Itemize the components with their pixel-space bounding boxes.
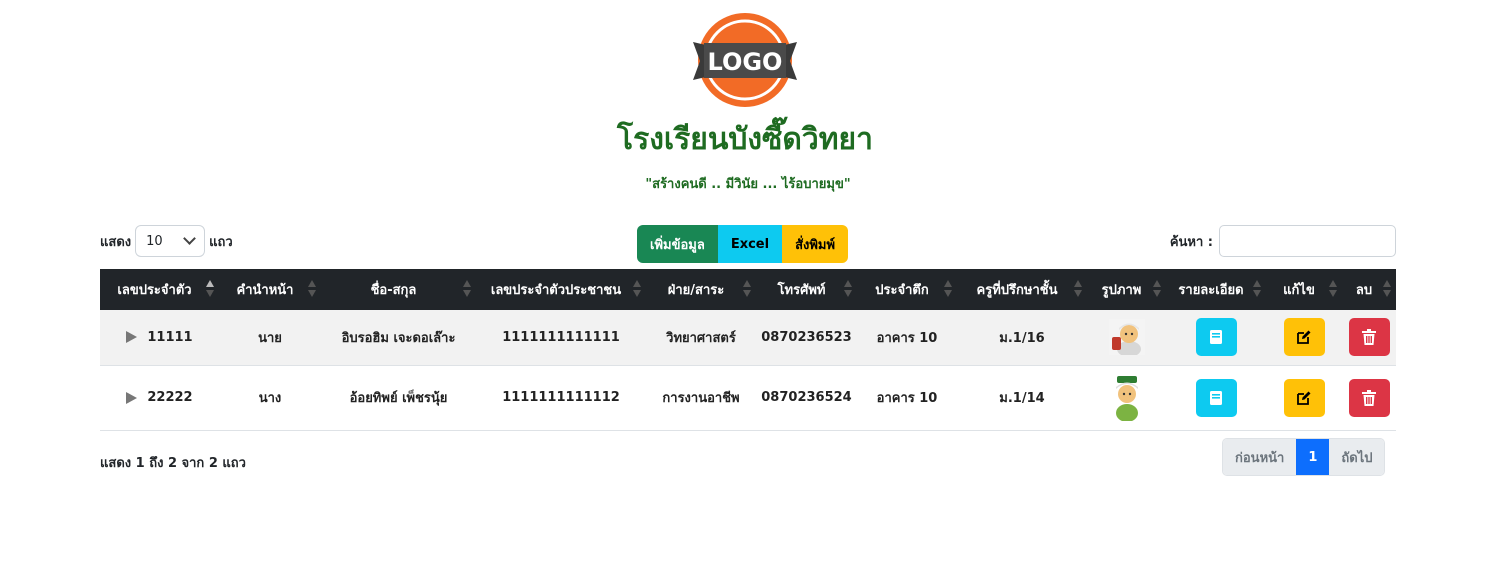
- chevron-down-icon: [183, 232, 196, 245]
- teacher-table: เลขประจำตัว คำนำหน้า ชื่อ-สกุล เลขประจำต…: [100, 269, 1396, 431]
- book-icon: [1210, 390, 1222, 405]
- sort-icon: [1074, 280, 1082, 298]
- previous-page-button[interactable]: ก่อนหน้า: [1223, 439, 1297, 475]
- sort-icon: [1153, 280, 1161, 298]
- caret-right-icon[interactable]: [126, 391, 138, 404]
- column-header-prefix[interactable]: คำนำหน้า: [219, 269, 321, 310]
- logo-text: LOGO: [708, 48, 783, 76]
- cell-name: อ้อยทิพย์ เพ็ชรนุ้ย: [321, 365, 476, 431]
- excel-export-button[interactable]: Excel: [717, 225, 783, 263]
- edit-button[interactable]: [1283, 378, 1325, 417]
- sort-icon: [308, 280, 316, 298]
- add-data-button[interactable]: เพิ่มข้อมูล: [637, 225, 718, 263]
- column-header-citizen-id[interactable]: เลขประจำตัวประชาชน: [476, 269, 646, 310]
- teacher-photo: [1108, 374, 1145, 421]
- teacher-photo: [1108, 319, 1145, 356]
- cell-name: อิบรอฮิม เจะดอเล๊าะ: [321, 310, 476, 366]
- cell-edit: [1266, 310, 1342, 366]
- cell-edit: [1266, 365, 1342, 431]
- print-button[interactable]: สั่งพิมพ์: [782, 225, 849, 263]
- cell-citizen-id: 1111111111112: [476, 365, 646, 431]
- sort-icon: [463, 280, 471, 298]
- table-row: 11111 นาย อิบรอฮิม เจะดอเล๊าะ 1111111111…: [100, 310, 1396, 366]
- rows-label: แถว: [209, 234, 233, 250]
- column-header-edit[interactable]: แก้ไข: [1266, 269, 1342, 310]
- cell-advisor: ม.1/16: [957, 310, 1087, 366]
- column-header-dept[interactable]: ฝ่าย/สาระ: [646, 269, 756, 310]
- page-length-value: 10: [146, 233, 163, 249]
- cell-delete: [1342, 310, 1396, 366]
- column-header-delete[interactable]: ลบ: [1342, 269, 1396, 310]
- cell-dept: การงานอาชีพ: [646, 365, 756, 431]
- sort-asc-icon: [206, 280, 214, 298]
- pagination: ก่อนหน้า 1 ถัดไป: [1222, 438, 1386, 476]
- search-input[interactable]: [1219, 225, 1396, 257]
- detail-button[interactable]: [1195, 378, 1237, 417]
- table-row: 22222 นาง อ้อยทิพย์ เพ็ชรนุ้ย 1111111111…: [100, 365, 1396, 431]
- page-length-control: แสดง 10 แถว: [100, 225, 233, 257]
- column-header-id[interactable]: เลขประจำตัว: [100, 269, 219, 310]
- search-control: ค้นหา :: [1170, 225, 1396, 257]
- delete-button[interactable]: [1348, 378, 1390, 417]
- sort-icon: [1329, 280, 1337, 298]
- sort-icon: [944, 280, 952, 298]
- cell-id[interactable]: 11111: [100, 310, 219, 366]
- sort-icon: [844, 280, 852, 298]
- column-header-name[interactable]: ชื่อ-สกุล: [321, 269, 476, 310]
- table-info: แสดง 1 ถึง 2 จาก 2 แถว: [100, 456, 246, 471]
- cell-photo: [1087, 365, 1166, 431]
- sort-icon: [1383, 280, 1391, 298]
- page-length-select[interactable]: 10: [135, 225, 206, 257]
- cell-phone: 0870236524: [756, 365, 857, 431]
- cell-dept: วิทยาศาสตร์: [646, 310, 756, 366]
- table-controls: แสดง 10 แถว เพิ่มข้อมูล Excel สั่งพิมพ์ …: [100, 224, 1396, 263]
- cell-building: อาคาร 10: [857, 365, 957, 431]
- cell-building: อาคาร 10: [857, 310, 957, 366]
- column-header-advisor[interactable]: ครูที่ปรึกษาชั้น: [957, 269, 1087, 310]
- search-label: ค้นหา :: [1169, 234, 1213, 250]
- cell-delete: [1342, 365, 1396, 431]
- next-page-button[interactable]: ถัดไป: [1329, 439, 1385, 475]
- cell-detail: [1166, 365, 1266, 431]
- sort-icon: [743, 280, 751, 298]
- sort-icon: [1253, 280, 1261, 298]
- pencil-square-icon: [1297, 330, 1311, 345]
- delete-button[interactable]: [1348, 318, 1390, 357]
- column-header-phone[interactable]: โทรศัพท์: [756, 269, 857, 310]
- pencil-square-icon: [1297, 391, 1311, 405]
- column-header-photo[interactable]: รูปภาพ: [1087, 269, 1166, 310]
- edit-button[interactable]: [1283, 318, 1325, 357]
- column-header-detail[interactable]: รายละเอียด: [1166, 269, 1266, 310]
- trash-icon: [1362, 389, 1376, 406]
- cell-phone: 0870236523: [756, 310, 857, 366]
- show-label: แสดง: [100, 234, 132, 250]
- cell-detail: [1166, 310, 1266, 366]
- cell-prefix: นาย: [219, 310, 321, 366]
- cell-advisor: ม.1/14: [957, 365, 1087, 431]
- sort-icon: [633, 280, 641, 298]
- trash-icon: [1362, 329, 1376, 346]
- school-name: โรงเรียนบังซี๊ดวิทยา: [617, 122, 873, 157]
- table-header-row: เลขประจำตัว คำนำหน้า ชื่อ-สกุล เลขประจำต…: [100, 269, 1396, 310]
- book-icon: [1210, 330, 1222, 345]
- school-logo: LOGO: [690, 12, 800, 108]
- page-1-button[interactable]: 1: [1296, 439, 1330, 475]
- cell-prefix: นาง: [219, 365, 321, 431]
- cell-photo: [1087, 310, 1166, 366]
- school-slogan: "สร้างคนดี .. มีวินัย ... ไร้อบายมุข": [645, 177, 851, 192]
- action-button-group: เพิ่มข้อมูล Excel สั่งพิมพ์: [637, 225, 849, 263]
- caret-right-icon[interactable]: [126, 331, 138, 344]
- cell-citizen-id: 1111111111111: [476, 310, 646, 366]
- column-header-building[interactable]: ประจำตึก: [857, 269, 957, 310]
- cell-id[interactable]: 22222: [100, 365, 219, 431]
- detail-button[interactable]: [1195, 318, 1237, 357]
